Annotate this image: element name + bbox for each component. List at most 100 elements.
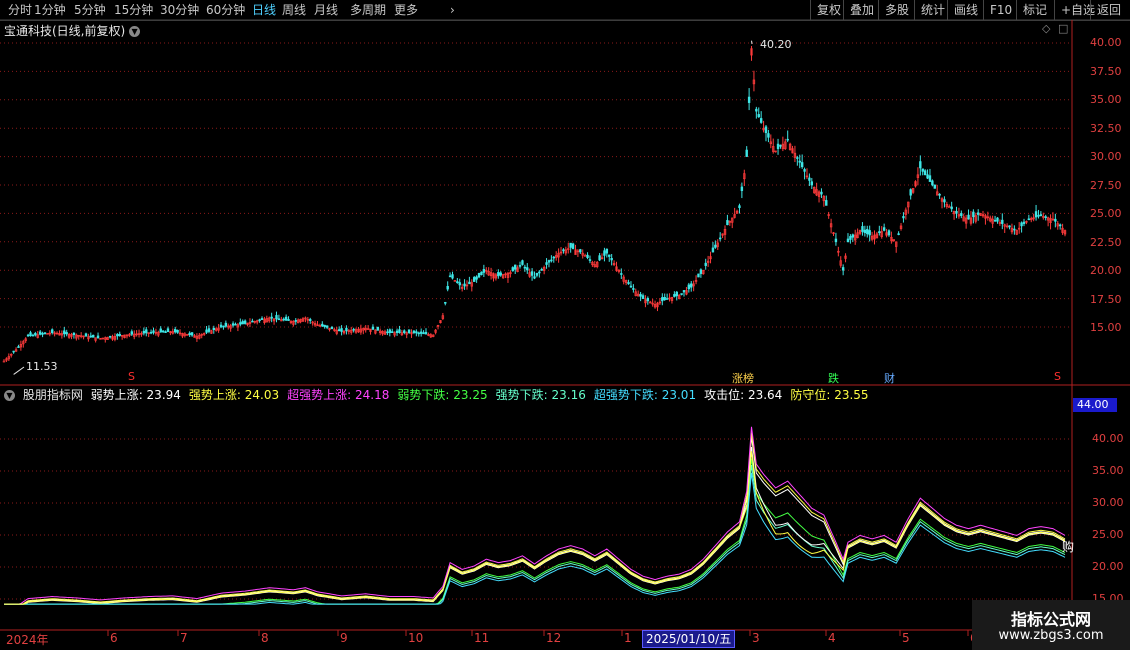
- indicator-legend-value: 23.16: [551, 388, 586, 402]
- candle-body: [680, 293, 683, 295]
- candle-body: [1058, 224, 1062, 227]
- candle-body: [764, 126, 768, 134]
- candle-body: [757, 114, 760, 118]
- candle-body: [851, 234, 855, 238]
- candle-body: [108, 335, 112, 338]
- candle-body: [738, 205, 741, 209]
- candle-body: [610, 257, 613, 261]
- candle-body: [277, 318, 281, 321]
- chart-marker[interactable]: S: [128, 370, 135, 383]
- chevron-down-icon[interactable]: ▼: [4, 390, 15, 401]
- date-tick: 6: [110, 631, 118, 645]
- indicator-legend-value: 23.55: [834, 388, 869, 402]
- indicator-legend-label: 防守位: [790, 388, 827, 402]
- candle-body: [174, 329, 177, 333]
- candle-body: [72, 332, 76, 336]
- candle-body: [145, 329, 148, 334]
- candle-body: [325, 325, 329, 328]
- candle-body: [142, 330, 146, 334]
- indicator-current-tag: 44.00: [1073, 398, 1117, 412]
- main-y-tick: 37.50: [1090, 64, 1122, 78]
- candle-body: [84, 333, 88, 337]
- candle-body: [17, 346, 20, 348]
- candle-body: [690, 283, 693, 288]
- chart-marker[interactable]: 财: [884, 370, 895, 386]
- candle-body: [231, 323, 235, 326]
- candle-body: [996, 217, 999, 222]
- candle-body: [149, 331, 153, 334]
- date-tick: 5: [902, 631, 910, 645]
- candle-body: [337, 329, 341, 332]
- date-tick: 9: [340, 631, 348, 645]
- candle-body: [579, 249, 582, 253]
- low-pointer: [13, 366, 25, 375]
- indicator-legend-item: 弱势上涨: 23.94: [90, 388, 181, 402]
- candle-body: [219, 324, 223, 328]
- candle-body: [424, 331, 428, 335]
- indicator-name: 股朋指标网: [22, 388, 83, 402]
- candle-body: [586, 254, 589, 259]
- candle-body: [419, 331, 423, 334]
- candle-body: [588, 259, 592, 261]
- candle-body: [376, 326, 379, 331]
- candle-body: [526, 267, 529, 271]
- candle-body: [284, 316, 288, 321]
- candle-body: [849, 236, 852, 240]
- candle-body: [499, 272, 502, 276]
- candle-body: [620, 273, 623, 275]
- chart-marker[interactable]: 涨榜: [732, 370, 754, 386]
- candle-body: [726, 220, 729, 226]
- date-tick: 1: [624, 631, 632, 645]
- candle-body: [846, 238, 850, 243]
- date-tick: 3: [752, 631, 760, 645]
- candle-body: [1037, 215, 1040, 217]
- candle-body: [477, 273, 481, 278]
- candle-body: [993, 219, 997, 222]
- candle-body: [38, 331, 42, 335]
- indicator-legend-value: 24.18: [355, 388, 390, 402]
- date-tick: 4: [828, 631, 836, 645]
- indicator-line: [4, 472, 1066, 605]
- candle-body: [675, 291, 678, 297]
- candle-body: [632, 288, 635, 290]
- candle-body: [166, 328, 170, 333]
- candle-body: [224, 322, 228, 327]
- candle-body: [275, 315, 278, 320]
- candle-body: [745, 149, 748, 157]
- candle-body: [897, 233, 900, 235]
- candle-body: [96, 335, 100, 339]
- candle-body: [887, 230, 891, 236]
- date-tick: 8: [261, 631, 269, 645]
- candle-body: [545, 262, 548, 265]
- indicator-legend-value: 23.25: [453, 388, 488, 402]
- indicator-y-tick: 25.00: [1092, 528, 1124, 541]
- candle-body: [933, 184, 936, 189]
- candle-body: [661, 297, 664, 302]
- candle-body: [239, 322, 242, 325]
- indicator-legend-item: 强势上涨: 24.03: [188, 388, 280, 402]
- candle-body: [699, 269, 703, 274]
- candle-body: [740, 186, 744, 191]
- chart-marker[interactable]: 跌: [828, 370, 839, 386]
- candle-body: [535, 272, 539, 276]
- price-chart-area[interactable]: [0, 0, 1130, 650]
- candle-body: [12, 350, 15, 353]
- candle-body: [65, 332, 68, 335]
- indicator-end-label: 购: [1062, 540, 1075, 554]
- candle-body: [321, 323, 324, 327]
- candle-body: [234, 323, 237, 326]
- main-y-tick: 22.50: [1090, 235, 1122, 249]
- date-tick: 11: [474, 631, 490, 645]
- chart-marker[interactable]: S: [1054, 370, 1061, 383]
- candle-body: [820, 191, 823, 195]
- candle-body: [251, 320, 254, 323]
- candle-body: [931, 180, 934, 186]
- candle-body: [928, 175, 932, 182]
- candle-body: [967, 214, 970, 220]
- candle-body: [243, 320, 247, 324]
- candle-body: [598, 255, 601, 261]
- candle-body: [159, 328, 162, 333]
- candle-body: [776, 143, 780, 149]
- candle-body: [417, 332, 420, 335]
- candle-body: [446, 285, 449, 290]
